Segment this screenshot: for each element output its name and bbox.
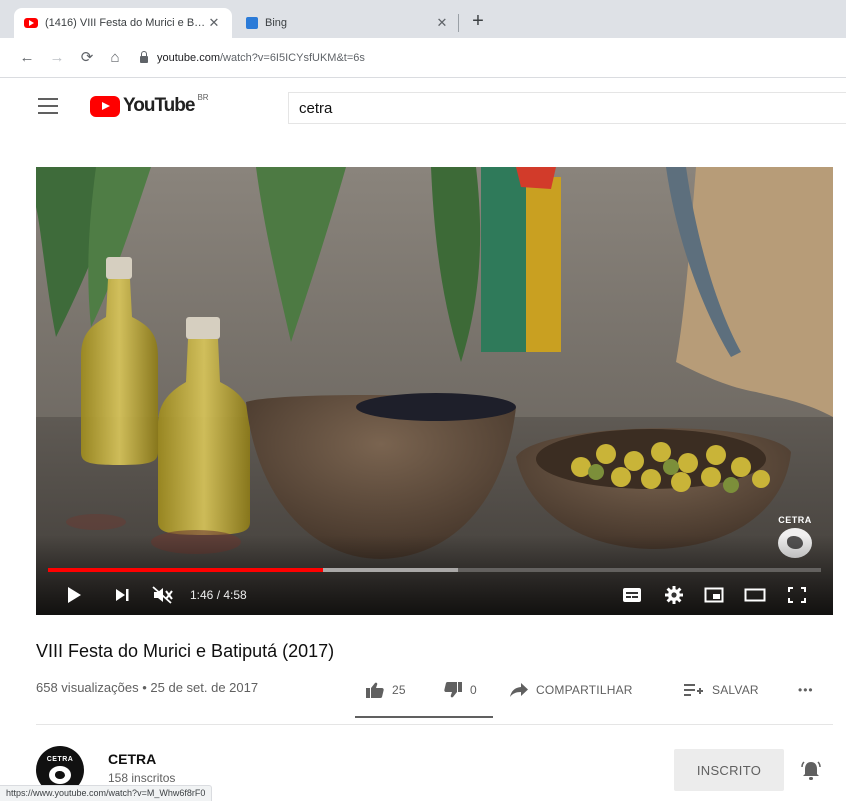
subtitles-icon[interactable]: [618, 579, 646, 611]
bing-favicon-icon: [246, 17, 258, 29]
info-divider: [36, 724, 833, 725]
avatar-text: CETRA: [46, 756, 74, 763]
thumbs-up-icon: [366, 682, 384, 698]
browser-tab-youtube[interactable]: (1416) VIII Festa do Murici e Batiputá ✕: [14, 8, 232, 38]
sentiment-likes-fill: [355, 716, 493, 718]
like-count: 25: [392, 683, 406, 697]
browser-tab-strip: (1416) VIII Festa do Murici e Batiputá ✕…: [0, 0, 846, 38]
share-button[interactable]: COMPARTILHAR: [510, 680, 633, 700]
browser-toolbar: ← → ⟳ ⌂ youtube.com/watch?v=6I5ICYsfUKM&…: [0, 38, 846, 78]
country-code: BR: [197, 93, 209, 102]
dislike-count: 0: [470, 683, 477, 697]
lock-icon: [140, 51, 148, 63]
address-bar[interactable]: youtube.com/watch?v=6I5ICYsfUKM&t=6s: [140, 45, 840, 71]
search-query: cetra: [299, 99, 333, 117]
played-bar: [48, 568, 324, 572]
cetra-logo-icon: [49, 766, 71, 784]
url-domain: youtube.com: [157, 52, 220, 64]
tab-title: (1416) VIII Festa do Murici e Batiputá: [45, 17, 206, 29]
watermark-text: CETRA: [778, 515, 812, 525]
home-icon[interactable]: ⌂: [104, 46, 126, 70]
time-label: 1:46 / 4:58: [190, 588, 247, 602]
playlist-add-icon: [684, 684, 703, 696]
thumbs-down-icon: [444, 682, 462, 698]
save-label: SALVAR: [712, 683, 759, 697]
video-player[interactable]: CETRA 1:46 / 4:58: [36, 167, 833, 615]
youtube-favicon-icon: [24, 18, 38, 28]
url-path: /watch?v=6I5ICYsfUKM&t=6s: [219, 52, 365, 64]
like-button[interactable]: 25: [366, 680, 406, 700]
muted-volume-icon[interactable]: [148, 579, 178, 611]
browser-tab-bing[interactable]: Bing ✕: [236, 8, 460, 38]
close-tab-icon[interactable]: ✕: [206, 15, 222, 31]
channel-name[interactable]: CETRA: [108, 751, 156, 767]
player-controls: 1:46 / 4:58: [36, 579, 833, 611]
youtube-logo[interactable]: YouTube BR: [90, 93, 209, 117]
youtube-wordmark: YouTube: [123, 95, 195, 116]
play-icon[interactable]: [60, 579, 88, 611]
video-meta: 658 visualizações • 25 de set. de 2017: [36, 680, 259, 695]
share-icon: [510, 683, 528, 697]
status-bar-url: https://www.youtube.com/watch?v=M_Whw6f8…: [0, 785, 213, 801]
progress-bar[interactable]: [48, 568, 821, 572]
more-icon: •••: [798, 683, 814, 697]
more-actions-button[interactable]: •••: [798, 680, 814, 700]
new-tab-button[interactable]: +: [466, 10, 490, 34]
fullscreen-icon[interactable]: [782, 579, 812, 611]
sentiment-bar: [355, 716, 493, 718]
subscribed-button[interactable]: INSCRITO: [674, 749, 784, 791]
tab-divider: [458, 14, 459, 32]
menu-icon[interactable]: [38, 98, 58, 114]
youtube-play-logo-icon: [90, 95, 120, 117]
next-icon[interactable]: [108, 579, 136, 611]
tab-title: Bing: [265, 17, 288, 29]
settings-icon[interactable]: [660, 579, 688, 611]
close-tab-icon[interactable]: ✕: [434, 15, 450, 31]
subscriber-count: 158 inscritos: [108, 771, 176, 785]
dislike-button[interactable]: 0: [444, 680, 477, 700]
reload-icon[interactable]: ⟳: [76, 46, 98, 70]
youtube-masthead: YouTube BR cetra: [0, 78, 846, 136]
time-display: 1:46 / 4:58: [190, 579, 270, 611]
share-label: COMPARTILHAR: [536, 683, 633, 697]
video-title: VIII Festa do Murici e Batiputá (2017): [36, 641, 335, 661]
notification-bell-icon[interactable]: [800, 760, 822, 782]
forward-icon[interactable]: →: [46, 46, 68, 70]
miniplayer-icon[interactable]: [700, 579, 728, 611]
search-input[interactable]: cetra: [288, 92, 846, 124]
theater-mode-icon[interactable]: [740, 579, 770, 611]
save-button[interactable]: SALVAR: [684, 680, 759, 700]
back-icon[interactable]: ←: [16, 46, 38, 70]
